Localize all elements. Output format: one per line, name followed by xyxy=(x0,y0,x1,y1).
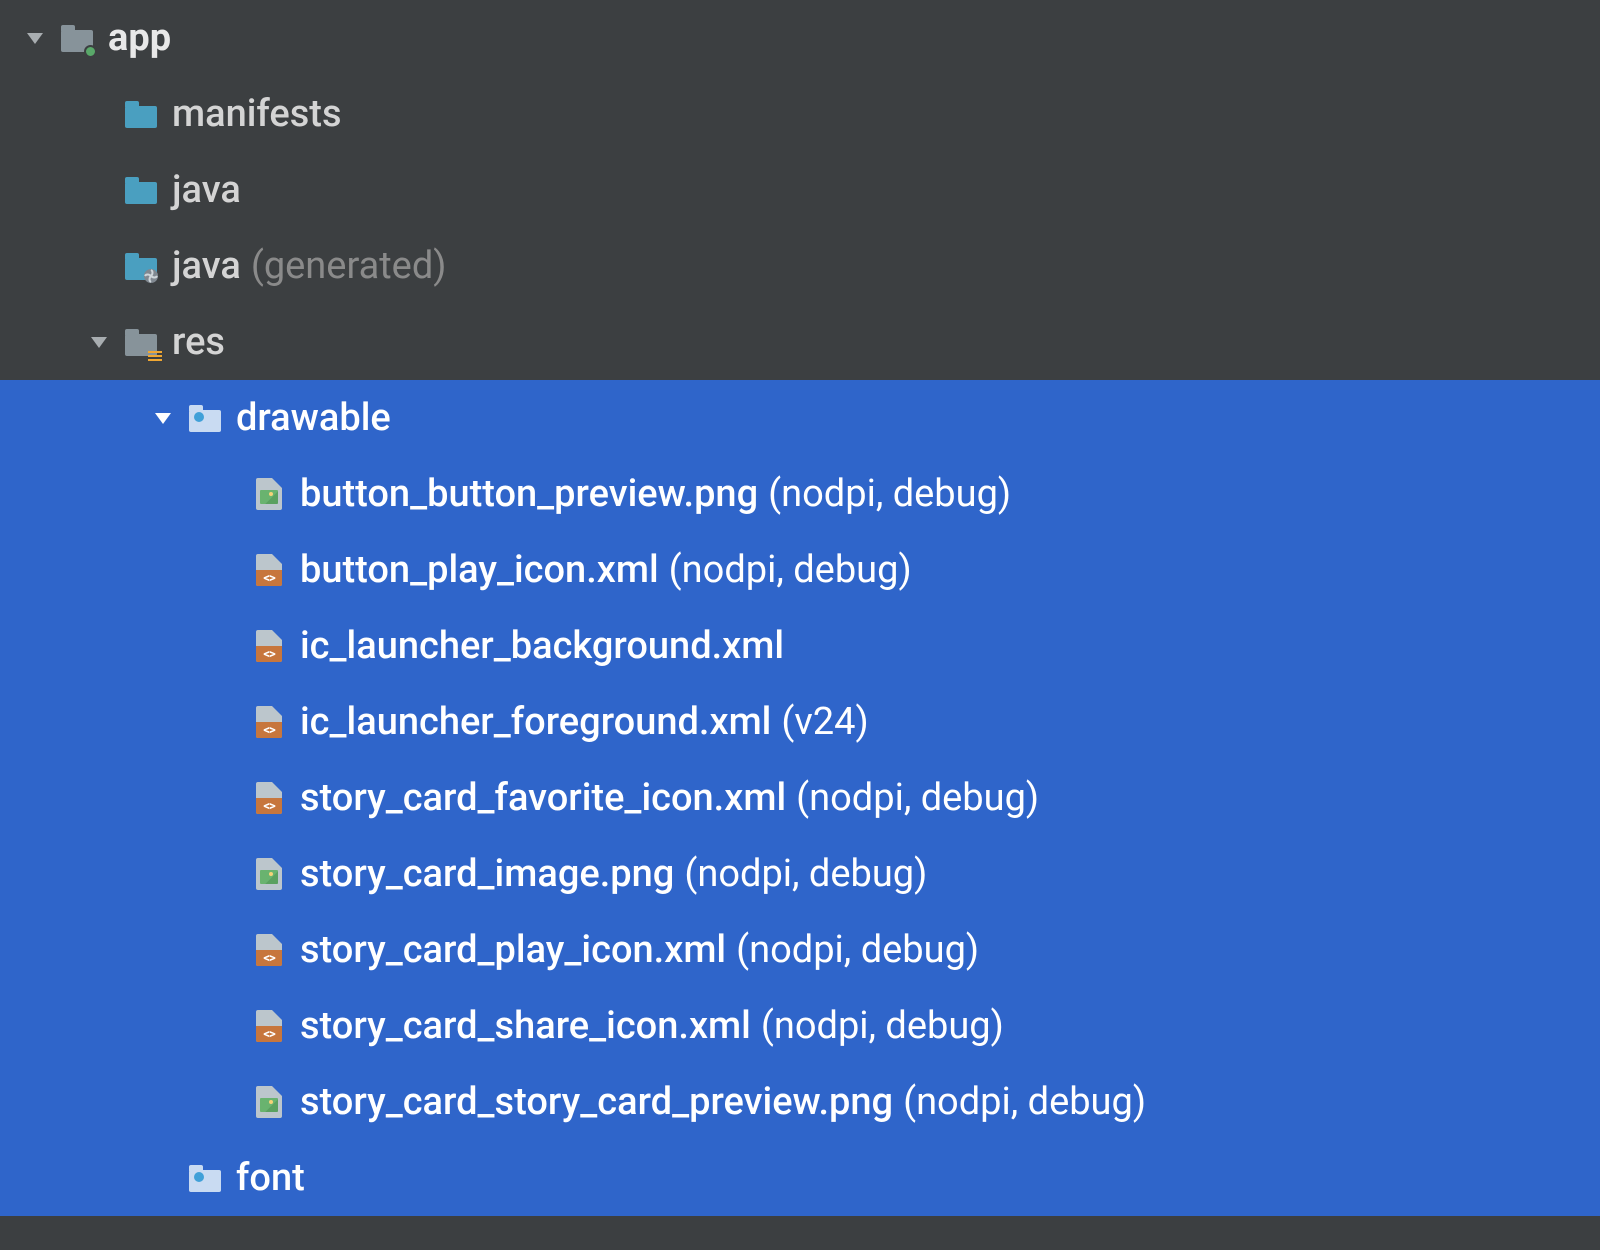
gen-folder-icon xyxy=(124,249,158,283)
tree-item-label: story_card_share_icon.xml xyxy=(300,1004,751,1048)
xml-file-icon: <> xyxy=(252,781,286,815)
xml-file-icon: <> xyxy=(252,933,286,967)
tree-item-label: story_card_image.png xyxy=(300,852,674,896)
image-file-icon xyxy=(252,477,286,511)
tree-item-label: manifests xyxy=(172,92,342,136)
tree-item-label: story_card_play_icon.xml xyxy=(300,928,726,972)
drawable-folder-icon xyxy=(188,1161,222,1195)
tree-item-qualifier: (nodpi, debug) xyxy=(736,928,979,972)
tree-item-ic-launcher-background-xml[interactable]: <> ic_launcher_background.xml xyxy=(0,608,1600,684)
tree-item-qualifier: (nodpi, debug) xyxy=(761,1004,1004,1048)
tree-item-button-button-preview-png[interactable]: button_button_preview.png(nodpi, debug) xyxy=(0,456,1600,532)
tree-item-qualifier: (nodpi, debug) xyxy=(669,548,912,592)
tree-item-label: button_play_icon.xml xyxy=(300,548,659,592)
tree-item-java[interactable]: java xyxy=(0,152,1600,228)
tree-item-qualifier: (nodpi, debug) xyxy=(684,852,927,896)
tree-item-story-card-share-icon-xml[interactable]: <> story_card_share_icon.xml(nodpi, debug… xyxy=(0,988,1600,1064)
tree-item-label: drawable xyxy=(236,396,391,440)
res-folder-icon xyxy=(124,325,158,359)
tree-item-story-card-story-card-preview-png[interactable]: story_card_story_card_preview.png(nodpi,… xyxy=(0,1064,1600,1140)
tree-item-story-card-play-icon-xml[interactable]: <> story_card_play_icon.xml(nodpi, debug) xyxy=(0,912,1600,988)
chevron-down-icon[interactable] xyxy=(20,23,50,53)
xml-file-icon: <> xyxy=(252,1009,286,1043)
tree-item-manifests[interactable]: manifests xyxy=(0,76,1600,152)
xml-file-icon: <> xyxy=(252,553,286,587)
module-folder-icon xyxy=(60,21,94,55)
teal-folder-icon xyxy=(124,173,158,207)
tree-item-label: app xyxy=(108,16,171,60)
tree-item-ic-launcher-foreground-xml[interactable]: <> ic_launcher_foreground.xml(v24) xyxy=(0,684,1600,760)
chevron-down-icon[interactable] xyxy=(84,327,114,357)
tree-item-qualifier: (v24) xyxy=(781,700,868,744)
tree-item-label: story_card_story_card_preview.png xyxy=(300,1080,893,1124)
tree-item-qualifier: (nodpi, debug) xyxy=(903,1080,1146,1124)
tree-item-story-card-image-png[interactable]: story_card_image.png(nodpi, debug) xyxy=(0,836,1600,912)
tree-item-label: java xyxy=(172,168,241,212)
tree-item-button-play-icon-xml[interactable]: <> button_play_icon.xml(nodpi, debug) xyxy=(0,532,1600,608)
teal-folder-icon xyxy=(124,97,158,131)
tree-item-qualifier: (nodpi, debug) xyxy=(768,472,1011,516)
chevron-down-icon[interactable] xyxy=(148,403,178,433)
tree-item-story-card-favorite-icon-xml[interactable]: <> story_card_favorite_icon.xml(nodpi, de… xyxy=(0,760,1600,836)
tree-item-label: ic_launcher_background.xml xyxy=(300,624,784,668)
tree-item-label: java xyxy=(172,244,241,288)
tree-item-app[interactable]: app xyxy=(0,0,1600,76)
drawable-folder-icon xyxy=(188,401,222,435)
image-file-icon xyxy=(252,857,286,891)
xml-file-icon: <> xyxy=(252,705,286,739)
image-file-icon xyxy=(252,1085,286,1119)
tree-item-res[interactable]: res xyxy=(0,304,1600,380)
tree-item-java[interactable]: java(generated) xyxy=(0,228,1600,304)
tree-item-label: font xyxy=(236,1156,305,1200)
tree-item-font[interactable]: font xyxy=(0,1140,1600,1216)
tree-item-label: button_button_preview.png xyxy=(300,472,758,516)
tree-item-label: ic_launcher_foreground.xml xyxy=(300,700,771,744)
project-tree[interactable]: appmanifestsjavajava(generated)resdrawab… xyxy=(0,0,1600,1216)
tree-item-drawable[interactable]: drawable xyxy=(0,380,1600,456)
tree-item-label: story_card_favorite_icon.xml xyxy=(300,776,786,820)
xml-file-icon: <> xyxy=(252,629,286,663)
tree-item-qualifier: (generated) xyxy=(251,244,447,288)
tree-item-label: res xyxy=(172,320,225,364)
tree-item-qualifier: (nodpi, debug) xyxy=(796,776,1039,820)
